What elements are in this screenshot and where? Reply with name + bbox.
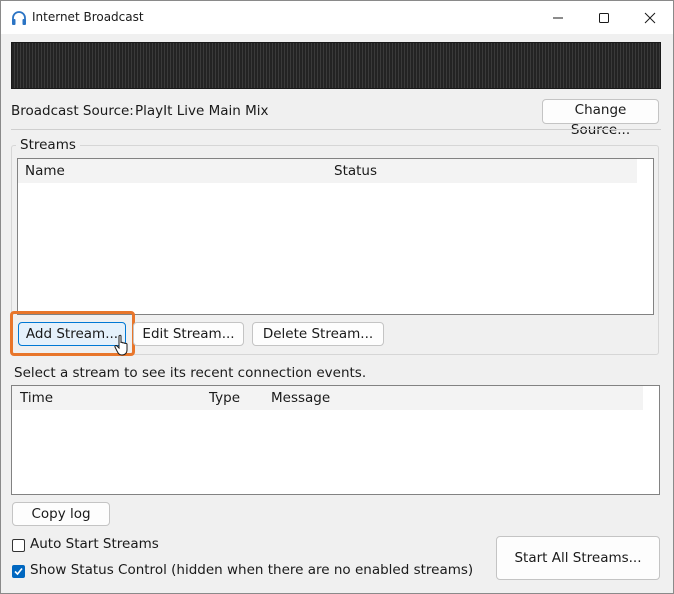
maximize-icon (599, 13, 609, 23)
column-header-name[interactable]: Name (25, 163, 65, 179)
close-icon (644, 12, 656, 24)
auto-start-label[interactable]: Auto Start Streams (30, 536, 159, 552)
column-header-status[interactable]: Status (334, 163, 377, 179)
show-status-label[interactable]: Show Status Control (hidden when there a… (30, 562, 473, 578)
delete-stream-button[interactable]: Delete Stream... (252, 322, 384, 346)
broadcast-source-value: PlayIt Live Main Mix (135, 103, 269, 119)
separator (11, 129, 661, 130)
events-list-header: Time Type Message (12, 386, 643, 410)
close-button[interactable] (627, 1, 673, 34)
streams-group-label: Streams (16, 137, 80, 153)
edit-stream-button[interactable]: Edit Stream... (133, 322, 244, 346)
minimize-icon (553, 17, 563, 19)
log-hint-text: Select a stream to see its recent connec… (14, 365, 367, 381)
headphones-icon (12, 11, 26, 25)
streams-list-header: Name Status (18, 159, 637, 183)
audio-level-meter (11, 42, 661, 89)
minimize-button[interactable] (535, 1, 581, 34)
internet-broadcast-window: Internet Broadcast Broadcast Source: Pla… (0, 0, 674, 594)
title-bar[interactable]: Internet Broadcast (1, 1, 673, 34)
column-header-type[interactable]: Type (209, 390, 240, 406)
checkmark-icon (14, 567, 23, 576)
change-source-button[interactable]: Change Source... (542, 99, 659, 138)
show-status-checkbox[interactable] (12, 565, 25, 578)
maximize-button[interactable] (581, 1, 627, 34)
broadcast-source-label: Broadcast Source: (11, 103, 134, 119)
window-title: Internet Broadcast (32, 10, 144, 24)
streams-list[interactable]: Name Status (17, 158, 654, 315)
add-stream-button[interactable]: Add Stream... (18, 322, 126, 346)
copy-log-button[interactable]: Copy log (12, 502, 110, 526)
column-header-message[interactable]: Message (271, 390, 330, 406)
column-header-time[interactable]: Time (20, 390, 53, 406)
start-all-streams-button[interactable]: Start All Streams... (496, 536, 660, 580)
auto-start-checkbox[interactable] (12, 539, 25, 552)
mouse-cursor-icon (114, 334, 128, 356)
connection-events-list[interactable]: Time Type Message (11, 385, 660, 495)
